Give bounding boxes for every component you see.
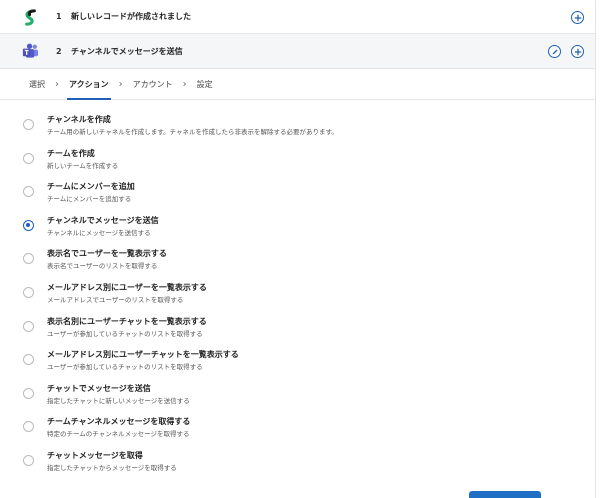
action-description: 指定したチャットからメッセージを取得する (47, 463, 177, 472)
action-label: チームチャンネルメッセージを取得する (47, 417, 191, 427)
step-1-row[interactable]: 1 新しいレコードが作成されました (0, 0, 595, 34)
action-label: メールアドレス別にユーザーチャットを一覧表示する (47, 350, 239, 360)
action-option[interactable]: メールアドレス別にユーザーを一覧表示する メールアドレスでユーザーのリストを取得す… (0, 268, 596, 304)
step-2-row[interactable]: 2 チャンネルでメッセージを送信 (0, 34, 595, 69)
continue-button[interactable] (469, 491, 541, 498)
pencil-icon (552, 48, 558, 54)
action-option[interactable]: 表示名別にユーザーチャットを一覧表示する ユーザーが参加しているチャットのリストを… (0, 302, 596, 338)
step-number: 2 (56, 46, 62, 56)
action-label: 表示名別にユーザーチャットを一覧表示する (47, 316, 207, 326)
action-label: チャンネルでメッセージを送信 (47, 215, 159, 225)
chevron-right-icon: › (118, 78, 123, 90)
action-options-list: チャンネルを作成 チーム用の新しいチャネルを作成します。チャネルを作成したら非表示… (0, 100, 596, 472)
add-step-button[interactable] (571, 45, 584, 58)
action-label: チャンネルを作成 (47, 115, 111, 124)
action-label: 表示名でユーザーを一覧表示する (47, 249, 167, 259)
action-radio[interactable] (23, 253, 34, 265)
action-radio[interactable] (23, 152, 34, 164)
breadcrumb: 選択 › アクション › アカウント › 設定 (0, 69, 595, 100)
action-label: チームにメンバーを追加 (47, 182, 135, 192)
action-radio[interactable] (23, 286, 34, 298)
add-step-button[interactable] (571, 11, 584, 24)
teams-logo-icon (22, 43, 39, 58)
plus-icon (574, 48, 581, 55)
action-option[interactable]: チャットメッセージを取得指定したチャットからメッセージを取得する (0, 436, 596, 472)
crumb-select[interactable]: 選択 (27, 79, 47, 90)
edit-step-button[interactable] (548, 45, 561, 58)
action-option[interactable]: チャンネルを作成 チーム用の新しいチャネルを作成します。チャネルを作成したら非表示… (0, 100, 596, 136)
workflow-editor: 1 新しいレコードが作成されました 2 チャンネルでメッセージを送信 選択 › … (0, 0, 596, 498)
action-option[interactable]: チャンネルでメッセージを送信 チャンネルにメッセージを送信する (0, 201, 596, 237)
action-label: チャットでメッセージを送信 (47, 383, 151, 393)
action-option[interactable]: チームチャンネルメッセージを取得する 特定のチームのチャンネルメッセージを取得する (0, 402, 596, 438)
action-option[interactable]: チームを作成 新しいチームを作成する (0, 134, 596, 170)
action-radio[interactable] (23, 320, 34, 332)
crumb-action[interactable]: アクション (67, 79, 111, 100)
plus-icon (574, 14, 581, 21)
chevron-right-icon: › (182, 78, 187, 90)
action-radio[interactable] (23, 387, 34, 399)
action-option[interactable]: チームにメンバーを追加 チームにメンバーを追加する (0, 167, 596, 203)
action-label: チームを作成 (47, 148, 95, 158)
action-option[interactable]: 表示名でユーザーを一覧表示する 表示名でユーザーのリストを取得する (0, 234, 596, 270)
action-radio[interactable] (23, 119, 34, 130)
step-number: 1 (56, 12, 62, 21)
action-label: メールアドレス別にユーザーを一覧表示する (47, 282, 207, 292)
action-option[interactable]: メールアドレス別にユーザーチャットを一覧表示する ユーザーが参加しているチャットの… (0, 335, 596, 371)
action-radio[interactable] (23, 421, 34, 433)
crumb-settings[interactable]: 設定 (195, 79, 215, 90)
chevron-right-icon: › (55, 78, 59, 90)
action-label: チャットメッセージを取得 (47, 450, 143, 460)
action-radio[interactable] (23, 219, 34, 231)
action-radio[interactable] (23, 454, 34, 466)
action-radio[interactable] (23, 354, 34, 366)
action-option[interactable]: チャットでメッセージを送信 指定したチャットに新しいメッセージを送信する (0, 369, 596, 405)
action-radio[interactable] (23, 186, 34, 198)
crumb-account[interactable]: アカウント (131, 79, 175, 90)
shortcut-logo-icon (25, 9, 36, 26)
step-title: 新しいレコードが作成されました (71, 12, 191, 21)
step-title: チャンネルでメッセージを送信 (71, 46, 183, 56)
